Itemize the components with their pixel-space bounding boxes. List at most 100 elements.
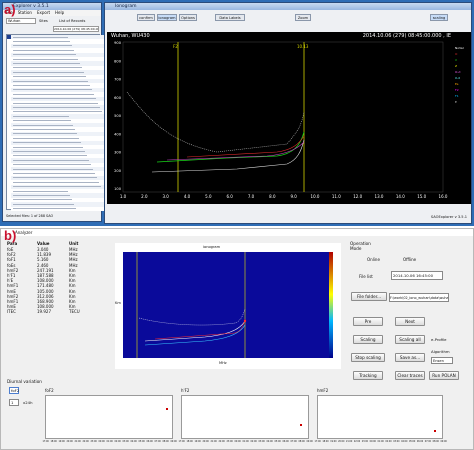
record-line — [13, 124, 73, 126]
record-line — [13, 49, 74, 51]
zoom-button[interactable]: Zoom — [295, 14, 311, 21]
diurnal-tick-label: 17:00 — [178, 440, 185, 443]
diurnal-tick-label: 21:00 — [346, 440, 353, 443]
ionogram-plot[interactable]: Wuhan, WU430 2014.10.06 (279) 08:45:00.0… — [107, 32, 471, 204]
diurnal-tick-label: 07:00 — [424, 440, 432, 443]
diurnal-tick-label: 18:00 — [322, 440, 329, 443]
record-line — [13, 89, 92, 91]
tab-sites[interactable]: Sites — [39, 18, 59, 24]
legend-item: X — [455, 58, 458, 62]
record-line — [13, 67, 82, 69]
menu-export[interactable]: Export — [37, 10, 50, 16]
record-line — [13, 85, 90, 87]
tab-records[interactable]: List of Records — [59, 18, 99, 24]
record-line — [13, 142, 81, 144]
diurnal-tick-label: 19:00 — [194, 440, 201, 443]
diurnal-param-select[interactable]: foF2 — [9, 387, 19, 394]
record-line — [13, 102, 98, 104]
eprofile-checkbox[interactable]: e-Profile — [431, 337, 447, 342]
diurnal-tick-label: 22:00 — [82, 440, 89, 443]
diurnal-plot-1[interactable] — [45, 395, 173, 439]
diurnal-tick-label: 22:00 — [353, 440, 361, 443]
record-line — [13, 120, 71, 122]
marker-foe: 10.13 — [297, 44, 309, 49]
record-line — [13, 151, 85, 153]
trace-upper — [126, 91, 305, 153]
clear-traces-button[interactable]: Clear traces — [395, 371, 425, 380]
record-line — [13, 181, 99, 183]
run-polan-button[interactable]: Run POLAN — [429, 371, 459, 380]
diurnal-tick-label: 06:00 — [146, 440, 153, 443]
records-list[interactable] — [6, 34, 105, 211]
scaling-all-button[interactable]: Scaling all — [395, 335, 425, 344]
diurnal-tick-label: 09:00 — [170, 440, 177, 443]
diurnal-label: Diurnal variation — [7, 379, 42, 384]
diurnal-tick-label: 02:00 — [250, 440, 257, 443]
y-tick-label: 200 — [114, 169, 122, 173]
record-line — [13, 71, 84, 73]
records-list-item[interactable] — [11, 206, 105, 211]
diurnal-plot-3[interactable] — [317, 395, 443, 439]
date-field[interactable]: 2014.10.06 (279) 08:45:00.000 — [53, 26, 99, 32]
ionogram-button[interactable]: ionogram — [157, 14, 177, 21]
diurnal-tick-label: 06:00 — [416, 440, 424, 443]
param-row: ITEC 19.927 TECU — [7, 309, 91, 314]
menu-station[interactable]: Station — [18, 10, 32, 16]
file-folder-button[interactable]: File folder... — [351, 292, 387, 301]
options-button[interactable]: Options — [179, 14, 197, 21]
diurnal-tick-label: 05:00 — [274, 440, 281, 443]
online-radio-label: Online — [367, 257, 380, 262]
pre-button[interactable]: Pre — [353, 317, 383, 326]
algorithm-select[interactable]: Ensen — [431, 357, 453, 364]
diurnal-plot-2[interactable] — [181, 395, 309, 439]
diurnal-tick-label: 20:00 — [66, 440, 73, 443]
online-radio[interactable]: Online — [367, 257, 380, 262]
record-line — [13, 111, 102, 113]
day-select[interactable]: 1 — [9, 399, 19, 406]
legend-item: Z — [455, 64, 458, 68]
diurnal-tick-label: 03:00 — [122, 440, 129, 443]
diurnal-tick-label: 01:00 — [106, 440, 113, 443]
save-as-button[interactable]: Save as... — [395, 353, 425, 362]
y-tick-label: 900 — [114, 41, 122, 45]
diurnal-title-3: hmF2 — [317, 388, 329, 393]
offline-radio-label: Offline — [403, 257, 417, 262]
data-labels-button[interactable]: Data Labels — [215, 14, 245, 21]
explorer-title: Explorer v 3.5.1 — [13, 4, 49, 9]
record-line — [13, 146, 83, 148]
diurnal-point-3 — [434, 430, 436, 432]
menu-help[interactable]: Help — [55, 10, 64, 16]
diurnal-tick-label: 05:00 — [409, 440, 416, 443]
file-path-field[interactable]: F:\work\02_iono_wuhan\data\wuhan — [389, 293, 449, 302]
heatmap-svg — [123, 252, 333, 358]
y-tick-label: 700 — [114, 78, 122, 82]
diurnal-tick-label: 01:00 — [377, 440, 384, 443]
file-list-select[interactable]: 2014.10.06 16:45:00 — [391, 271, 443, 280]
offline-radio[interactable]: Offline — [403, 257, 416, 262]
x-tick-label: 10.0 — [311, 194, 320, 199]
x-tick-label: 7.0 — [248, 194, 255, 199]
diurnal-tick-label: 02:00 — [385, 440, 392, 443]
diurnal-tick-label: 19:00 — [58, 440, 65, 443]
scaling-button[interactable]: scaling — [430, 14, 448, 21]
param-value: 19.927 — [37, 309, 51, 315]
next-button[interactable]: Next — [395, 317, 425, 326]
colorbar — [329, 252, 333, 358]
record-line — [13, 36, 68, 38]
scaling-btn[interactable]: Scaling — [353, 335, 383, 344]
diurnal-tick-label: 00:00 — [369, 440, 376, 443]
tracking-button[interactable]: Tracking — [353, 371, 383, 380]
confirm-button[interactable]: confirm — [137, 14, 155, 21]
params-header: Para Value Unit — [7, 241, 91, 246]
analyzer-chart[interactable]: ionogram MHz Km — [115, 243, 341, 369]
legend-item: F1 — [455, 94, 459, 98]
stop-scaling-button[interactable]: Stop scaling — [351, 353, 385, 362]
record-line — [13, 133, 77, 135]
y-tick-label: 800 — [114, 59, 122, 63]
record-line — [13, 177, 97, 179]
file-list-label: File list — [359, 274, 373, 279]
station-select[interactable]: Wuhan — [6, 18, 36, 24]
diurnal-tick-label: 08:00 — [432, 440, 439, 443]
legend-item: NoVal — [455, 46, 464, 50]
ionogram-titlebar: Ionogram — [105, 3, 471, 10]
